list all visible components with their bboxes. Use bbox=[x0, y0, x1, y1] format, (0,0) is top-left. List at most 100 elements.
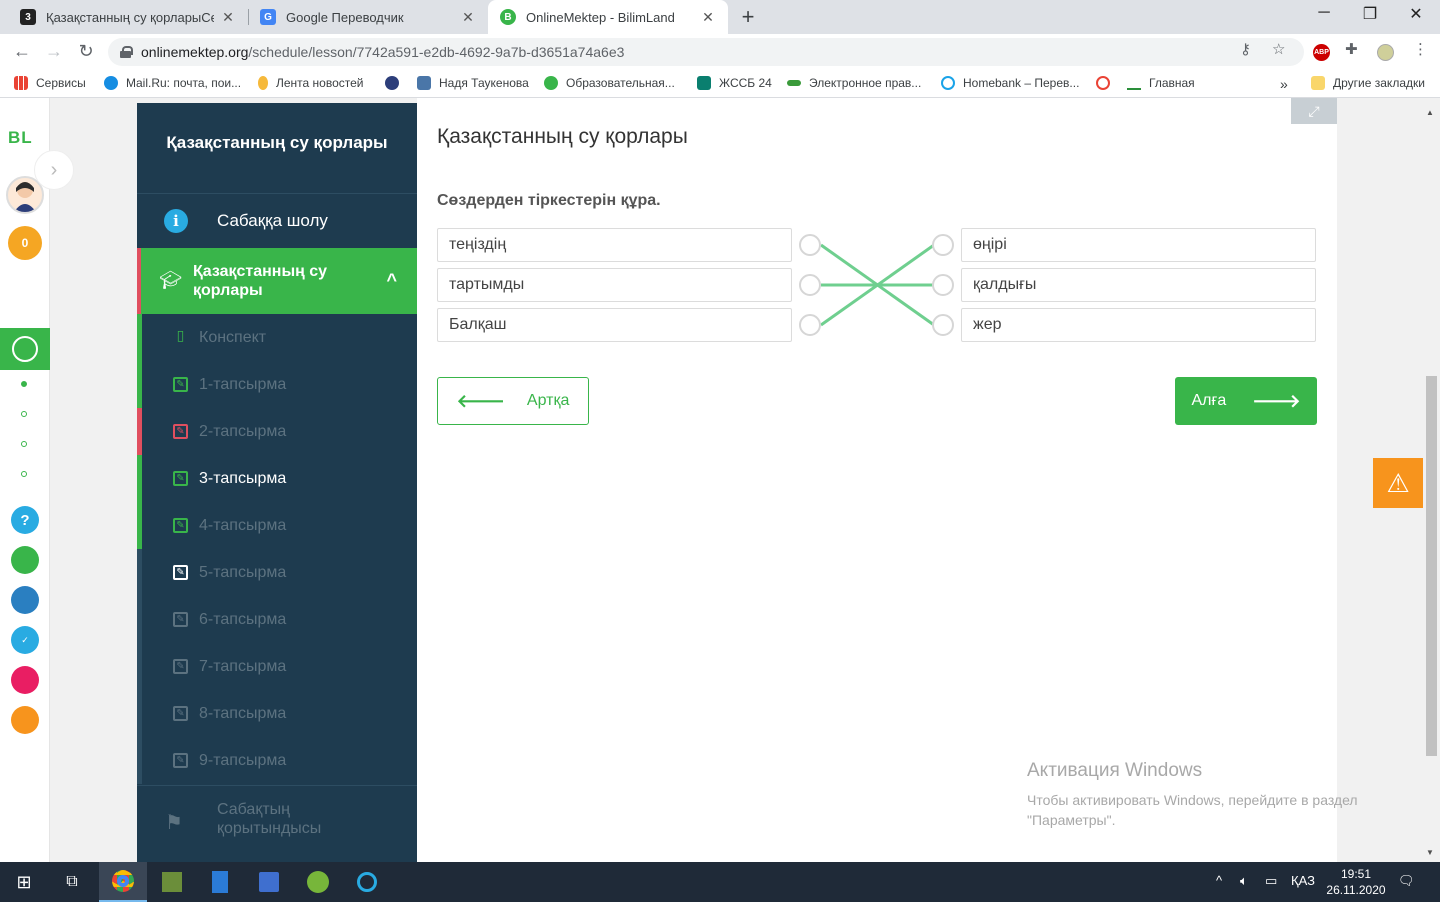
left-word-0[interactable]: теңіздің bbox=[437, 228, 792, 262]
address-bar[interactable]: onlinemektep.org/schedule/lesson/7742a59… bbox=[108, 38, 1304, 66]
browser-tab-2[interactable]: G Google Переводчик ✕ bbox=[248, 0, 488, 34]
sidebar-item-task-3-active[interactable]: ✎ 3-тапсырма bbox=[137, 455, 417, 502]
vk-icon bbox=[417, 76, 431, 90]
reload-icon[interactable]: ↻ bbox=[75, 41, 97, 62]
sidebar-item-task-9[interactable]: ✎ 9-тапсырма bbox=[137, 737, 417, 784]
volume-icon[interactable]: 🔈︎ bbox=[1240, 873, 1248, 889]
bookmark-google[interactable] bbox=[1096, 76, 1118, 90]
network-icon[interactable]: ▭ bbox=[1265, 873, 1277, 889]
bookmark-vk[interactable]: Надя Таукенова bbox=[417, 76, 529, 90]
online-mektep-nav[interactable] bbox=[0, 328, 50, 370]
menu-dots-icon[interactable]: ⋮ bbox=[1413, 40, 1428, 58]
task-view-icon[interactable]: ⧉ bbox=[48, 862, 96, 902]
sidebar-item-task-7[interactable]: ✎ 7-тапсырма bbox=[137, 643, 417, 690]
calculator-icon[interactable] bbox=[196, 862, 244, 902]
bookmark-homebank[interactable]: Homebank – Перев... bbox=[941, 76, 1079, 90]
nav-dot[interactable] bbox=[21, 381, 27, 387]
maximize-icon[interactable]: ❐ bbox=[1360, 4, 1380, 24]
chrome-icon[interactable] bbox=[99, 862, 147, 902]
extensions-icon[interactable]: ✚ bbox=[1345, 40, 1358, 58]
bookmark-main[interactable]: Главная bbox=[1127, 76, 1195, 90]
left-connector-1[interactable] bbox=[799, 274, 821, 296]
right-connector-1[interactable] bbox=[932, 274, 954, 296]
browser-tab-1[interactable]: 3 Қазақстанның су қорларыСөзде ✕ bbox=[8, 0, 248, 34]
page-scrollbar[interactable]: ▲ ▼ bbox=[1423, 98, 1440, 862]
sidebar-item-task-5[interactable]: ✎ 5-тапсырма bbox=[137, 549, 417, 596]
bookmark-zhssb[interactable]: ЖССБ 24 bbox=[697, 76, 772, 90]
windows-start-icon[interactable]: ⊞ bbox=[0, 862, 48, 902]
edit-icon: ✎ bbox=[173, 377, 188, 392]
scroll-thumb[interactable] bbox=[1426, 376, 1437, 756]
tray-chevron-icon[interactable]: ^ bbox=[1216, 873, 1222, 888]
right-connector-0[interactable] bbox=[932, 234, 954, 256]
bookmark-mailru[interactable]: Mail.Ru: почта, пои... bbox=[104, 76, 241, 90]
bookmark-apps[interactable]: Сервисы bbox=[14, 76, 86, 90]
minecraft-icon[interactable] bbox=[148, 862, 196, 902]
close-tab-icon[interactable]: ✕ bbox=[700, 9, 716, 26]
sidebar-lesson-header[interactable]: 🎓︎ Қазақстанның су қорлары ^ bbox=[137, 248, 417, 314]
bilimland-app-icon[interactable] bbox=[11, 546, 39, 574]
sidebar-item-task-4[interactable]: ✎ 4-тапсырма bbox=[137, 502, 417, 549]
right-word-0[interactable]: өңірі bbox=[961, 228, 1316, 262]
utorrent-icon[interactable] bbox=[294, 862, 342, 902]
other-bookmarks[interactable]: Другие закладки bbox=[1311, 76, 1425, 90]
next-button[interactable]: Алға 🡒 bbox=[1175, 377, 1317, 425]
right-word-1[interactable]: қалдығы bbox=[961, 268, 1316, 302]
bookmark-profile[interactable] bbox=[385, 76, 407, 90]
close-tab-icon[interactable]: ✕ bbox=[460, 9, 476, 26]
left-connector-2[interactable] bbox=[799, 314, 821, 336]
nav-dot[interactable] bbox=[21, 471, 27, 477]
back-icon[interactable]: ← bbox=[11, 41, 33, 62]
bookmark-egov[interactable]: Электронное прав... bbox=[787, 76, 921, 90]
bookmark-education[interactable]: Образовательная... bbox=[544, 76, 675, 90]
save-app-icon[interactable] bbox=[245, 862, 293, 902]
coins-badge[interactable]: 0 bbox=[8, 226, 42, 260]
back-button[interactable]: 🡐 Артқа bbox=[437, 377, 589, 425]
left-connector-0[interactable] bbox=[799, 234, 821, 256]
twig-app-icon[interactable] bbox=[11, 666, 39, 694]
sidebar-item-task-2[interactable]: ✎ 2-тапсырма bbox=[137, 408, 417, 455]
close-tab-icon[interactable]: ✕ bbox=[220, 9, 236, 26]
help-icon[interactable]: ? bbox=[11, 506, 39, 534]
nav-dot[interactable] bbox=[21, 441, 27, 447]
left-word-2[interactable]: Балқаш bbox=[437, 308, 792, 342]
profile-avatar-icon[interactable] bbox=[1377, 44, 1394, 61]
scroll-up-icon[interactable]: ▲ bbox=[1426, 108, 1434, 117]
site-icon bbox=[1127, 76, 1141, 90]
bilimland-logo[interactable]: BL bbox=[8, 128, 33, 148]
input-language[interactable]: ҚАЗ bbox=[1291, 873, 1315, 888]
sidebar-item-task-8[interactable]: ✎ 8-тапсырма bbox=[137, 690, 417, 737]
new-tab-icon[interactable]: + bbox=[737, 4, 759, 30]
left-rail: BL 0 ? ✓ bbox=[0, 98, 50, 862]
sidebar-item-task-1[interactable]: ✎ 1-тапсырма bbox=[137, 361, 417, 408]
right-word-2[interactable]: жер bbox=[961, 308, 1316, 342]
scroll-down-icon[interactable]: ▼ bbox=[1426, 848, 1434, 857]
sidebar-item-konspekt[interactable]: ▯ Конспект bbox=[137, 314, 417, 361]
browser-tab-3-active[interactable]: B OnlineMektep - BilimLand ✕ bbox=[488, 0, 728, 34]
notifications-icon[interactable]: 🗨︎ bbox=[1398, 873, 1415, 889]
hotspot-icon[interactable] bbox=[343, 862, 391, 902]
test-app-icon[interactable]: ✓ bbox=[11, 626, 39, 654]
key-icon[interactable]: ⚷ bbox=[1240, 40, 1251, 58]
chevron-up-icon[interactable]: ^ bbox=[386, 270, 397, 291]
forward-icon[interactable]: → bbox=[43, 41, 65, 62]
bilimbook-app-icon[interactable] bbox=[11, 586, 39, 614]
adblock-icon[interactable]: ABP bbox=[1313, 44, 1330, 61]
sidebar-item-summary[interactable]: ⚑ Сабақтың қорытындысы bbox=[137, 785, 417, 853]
more-bookmarks-icon[interactable]: » bbox=[1280, 76, 1288, 92]
sidebar-item-task-6[interactable]: ✎ 6-тапсырма bbox=[137, 596, 417, 643]
chevron-right-icon[interactable]: › bbox=[34, 150, 74, 190]
nav-dot[interactable] bbox=[21, 411, 27, 417]
close-window-icon[interactable]: ✕ bbox=[1406, 4, 1426, 24]
left-word-1[interactable]: тартымды bbox=[437, 268, 792, 302]
sidebar-item-overview[interactable]: i Сабаққа шолу bbox=[137, 193, 417, 248]
bookmark-label: Надя Таукенова bbox=[439, 76, 529, 90]
google-icon bbox=[1096, 76, 1110, 90]
system-clock[interactable]: 19:51 26.11.2020 bbox=[1318, 866, 1394, 898]
minimize-icon[interactable]: ─ bbox=[1314, 4, 1334, 22]
bookmark-news[interactable]: Лента новостей bbox=[258, 76, 364, 90]
bookmark-star-icon[interactable]: ☆ bbox=[1272, 40, 1285, 58]
game-app-icon[interactable] bbox=[11, 706, 39, 734]
right-connector-2[interactable] bbox=[932, 314, 954, 336]
report-problem-icon[interactable]: ⚠ bbox=[1373, 458, 1423, 508]
